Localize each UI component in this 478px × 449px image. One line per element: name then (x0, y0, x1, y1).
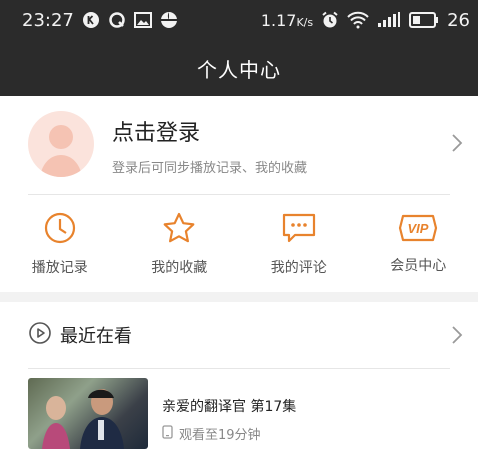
star-icon (161, 211, 197, 249)
quick-action-label: 我的评论 (270, 260, 327, 276)
status-bar: 23:27 1.17K/s 26 (0, 0, 478, 40)
video-thumbnail[interactable] (28, 378, 148, 449)
divider (28, 368, 450, 369)
thumbnail-image (42, 389, 124, 449)
status-left: 23:27 (22, 10, 178, 31)
recent-item-progress: 观看至19分钟 (162, 424, 296, 443)
comment-icon (281, 211, 317, 249)
quick-actions: 播放记录 我的收藏 我的评论 VIP 会员中心 (0, 196, 478, 292)
login-title[interactable]: 点击登录 (112, 115, 307, 147)
recent-title: 最近在看 (60, 326, 132, 347)
recent-item-title: 亲爱的翻译官 第17集 (162, 399, 297, 415)
chevron-right-icon[interactable] (450, 324, 464, 350)
play-circle-icon (28, 321, 52, 349)
signal-icon (377, 12, 401, 28)
recent-header[interactable]: 最近在看 (0, 302, 478, 368)
svg-text:VIP: VIP (408, 221, 429, 236)
network-speed: 1.17K/s (260, 10, 314, 30)
login-subtitle: 登录后可同步播放记录、我的收藏 (112, 160, 308, 176)
quick-action-label: 播放记录 (31, 260, 88, 276)
quick-action-vip[interactable]: VIP 会员中心 (363, 213, 473, 275)
recent-item[interactable]: 亲爱的翻译官 第17集 观看至19分钟 (28, 378, 468, 449)
phone-icon (162, 424, 173, 443)
battery-icon (409, 12, 439, 28)
section-gap (0, 292, 478, 302)
title-bar: 个人中心 (0, 40, 478, 96)
page-title: 个人中心 (197, 57, 281, 82)
chevron-right-icon[interactable] (450, 132, 464, 158)
quick-action-history[interactable]: 播放记录 (5, 211, 115, 277)
quick-action-comments[interactable]: 我的评论 (244, 211, 354, 277)
alarm-icon (321, 11, 339, 29)
wifi-icon (347, 11, 369, 29)
recent-item-info: 亲爱的翻译官 第17集 观看至19分钟 (162, 378, 296, 449)
quick-action-favorites[interactable]: 我的收藏 (124, 211, 234, 277)
k-icon (82, 11, 100, 29)
quick-action-label: 我的收藏 (151, 260, 208, 276)
divider (28, 194, 450, 195)
image-icon (133, 12, 152, 28)
network-unit: K/s (296, 15, 314, 29)
default-avatar-icon (40, 125, 82, 177)
avatar[interactable] (28, 111, 94, 177)
clock-icon (43, 211, 77, 249)
quick-action-label: 会员中心 (390, 258, 447, 274)
login-row[interactable]: 点击登录 登录后可同步播放记录、我的收藏 (0, 96, 478, 192)
vip-icon: VIP (397, 213, 439, 247)
sync-icon (160, 11, 178, 29)
q-icon (108, 11, 126, 29)
battery-level: 26 (447, 9, 470, 31)
status-time: 23:27 (22, 9, 74, 31)
status-right: 1.17K/s 26 (261, 10, 470, 31)
login-text: 点击登录 登录后可同步播放记录、我的收藏 (112, 113, 307, 176)
recent-item-progress-text: 观看至19分钟 (179, 428, 261, 443)
